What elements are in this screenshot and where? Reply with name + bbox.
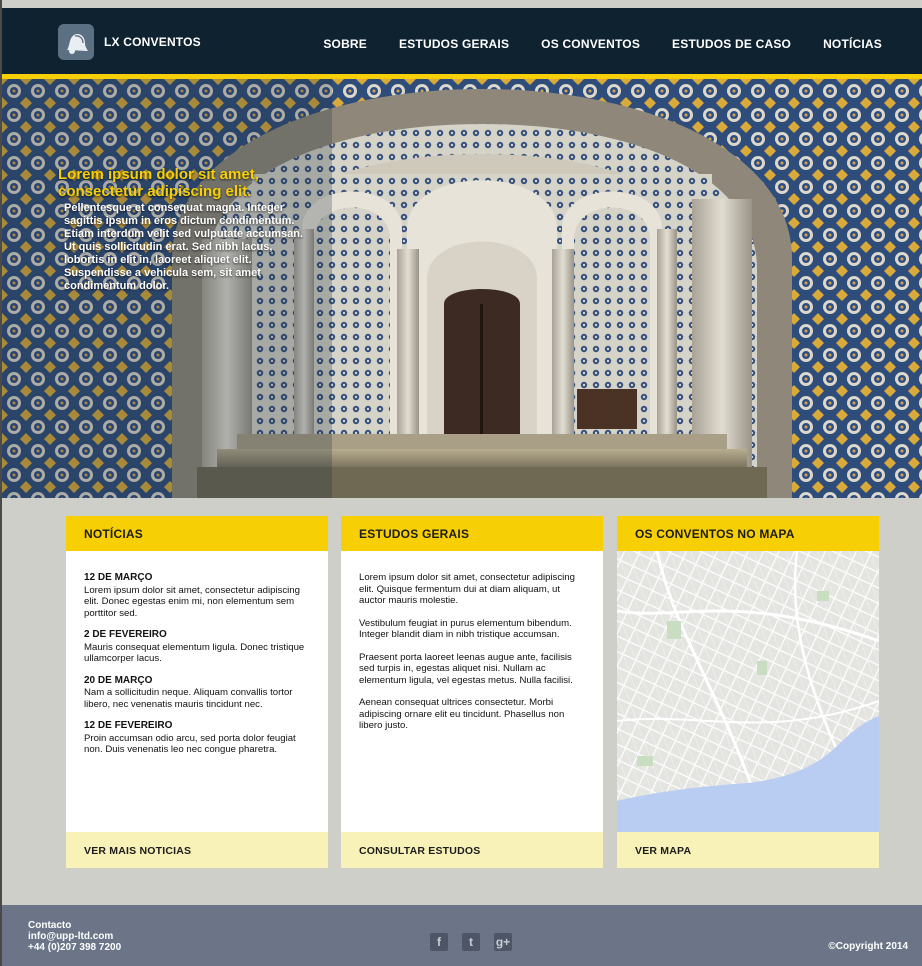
nav-estudos-gerais[interactable]: ESTUDOS GERAIS [399, 37, 509, 51]
news-text: Lorem ipsum dolor sit amet, consectetur … [84, 584, 300, 619]
hero-text: Lorem ipsum dolor sit amet, consectetur … [58, 166, 308, 293]
studies-card-title: ESTUDOS GERAIS [341, 516, 603, 551]
news-item[interactable]: 20 DE MARÇO Nam a sollicitudin neque. Al… [84, 675, 310, 711]
news-date: 2 DE FEVEREIRO [84, 629, 167, 640]
facebook-icon[interactable]: f [430, 933, 448, 951]
news-text: Mauris consequat elementum ligula. Donec… [84, 641, 305, 665]
site-footer: Contacto info@upp-ltd.com +44 (0)207 398… [2, 905, 922, 966]
studies-paragraph: Praesent porta laoreet leenas augue ante… [359, 651, 573, 686]
news-item[interactable]: 12 DE MARÇO Lorem ipsum dolor sit amet, … [84, 572, 310, 619]
news-date: 12 DE MARÇO [84, 572, 153, 583]
news-date: 20 DE MARÇO [84, 674, 153, 686]
contact-phone: +44 (0)207 398 7200 [28, 942, 122, 953]
studies-paragraph: Lorem ipsum dolor sit amet, consectetur … [359, 572, 575, 606]
map-card-title: OS CONVENTOS NO MAPA [617, 516, 879, 551]
studies-paragraph: Vestibulum feugiat in purus elementum bi… [359, 617, 572, 641]
studies-paragraph: Aenean consequat ultrices consectetur. M… [359, 697, 565, 731]
news-list: 12 DE MARÇO Lorem ipsum dolor sit amet, … [66, 551, 328, 832]
nav-noticias[interactable]: NOTÍCIAS [823, 37, 882, 51]
studies-card: ESTUDOS GERAIS Lorem ipsum dolor sit ame… [341, 516, 603, 868]
news-text: Proin accumsan odio arcu, sed porta dolo… [84, 732, 296, 756]
contact-info: Contacto info@upp-ltd.com +44 (0)207 398… [28, 920, 121, 953]
more-news-link[interactable]: VER MAIS NOTICIAS [66, 832, 328, 868]
map-card: OS CONVENTOS NO MAPA VER MAPA [617, 516, 879, 868]
hero-title: Lorem ipsum dolor sit amet, consectetur … [58, 166, 259, 200]
studies-text: Lorem ipsum dolor sit amet, consectetur … [341, 551, 603, 832]
contact-email[interactable]: info@upp-ltd.com [28, 931, 121, 942]
news-item[interactable]: 2 DE FEVEREIRO Mauris consequat elementu… [84, 629, 310, 665]
contact-label: Contacto [28, 920, 72, 931]
news-date: 12 DE FEVEREIRO [84, 720, 173, 731]
copyright: ©Copyright 2014 [828, 941, 908, 952]
main-nav: SOBRE ESTUDOS GERAIS OS CONVENTOS ESTUDO… [323, 37, 882, 51]
map-image [617, 551, 879, 832]
twitter-icon[interactable]: t [462, 933, 480, 951]
news-card: NOTÍCIAS 12 DE MARÇO Lorem ipsum dolor s… [66, 516, 328, 868]
bell-icon [58, 24, 94, 60]
page: LX CONVENTOS SOBRE ESTUDOS GERAIS OS CON… [0, 0, 922, 966]
hero-body: Pellentesque et consequat magna. Integer… [64, 202, 304, 292]
news-card-title: NOTÍCIAS [66, 516, 328, 551]
social-links: f t g+ [430, 933, 512, 951]
hero-banner: Lorem ipsum dolor sit amet, consectetur … [2, 79, 922, 498]
nav-os-conventos[interactable]: OS CONVENTOS [541, 37, 640, 51]
nav-sobre[interactable]: SOBRE [323, 37, 367, 51]
nav-estudos-de-caso[interactable]: ESTUDOS DE CASO [672, 37, 791, 51]
consult-studies-link[interactable]: CONSULTAR ESTUDOS [341, 832, 603, 868]
logo[interactable]: LX CONVENTOS [58, 24, 201, 60]
map-view[interactable] [617, 551, 879, 832]
news-item[interactable]: 12 DE FEVEREIRO Proin accumsan odio arcu… [84, 720, 310, 756]
news-text: Nam a sollicitudin neque. Aliquam conval… [84, 687, 293, 710]
site-header: LX CONVENTOS SOBRE ESTUDOS GERAIS OS CON… [2, 8, 922, 79]
logo-text: LX CONVENTOS [104, 35, 201, 49]
google-plus-icon[interactable]: g+ [494, 933, 512, 951]
view-map-link[interactable]: VER MAPA [617, 832, 879, 868]
